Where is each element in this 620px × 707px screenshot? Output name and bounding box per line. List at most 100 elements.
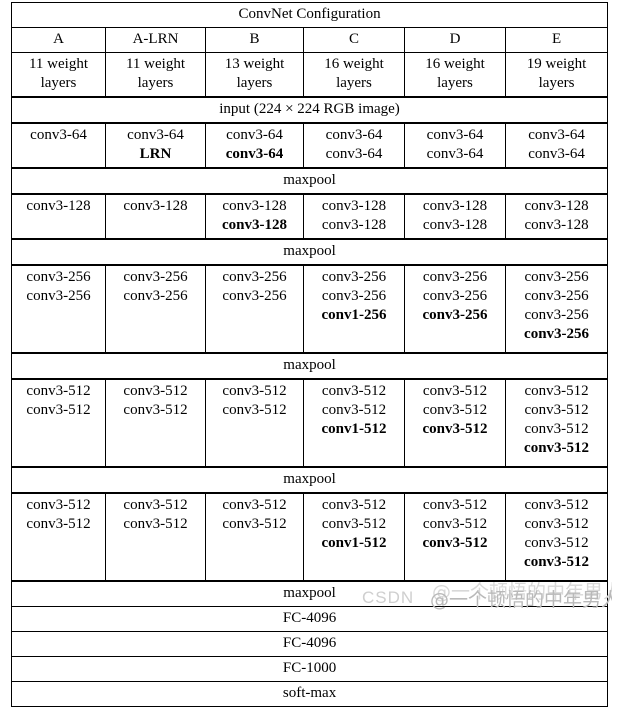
maxpool-label: maxpool <box>10 352 609 380</box>
tail-row-1: FC-4096 <box>10 606 609 632</box>
layer-cell-block-256-a-lrn: conv3-256 conv3-256 <box>105 264 206 354</box>
layer-label: conv3-512 <box>524 516 589 532</box>
layer-label: conv3-128 <box>321 198 387 214</box>
layer-block-row-block-512-b: conv3-512 conv3-512 conv3-512 conv3-512 conv… <box>11 492 609 582</box>
layer-cell-block-256-c: conv3-256 conv3-256 conv1-256 <box>303 264 405 354</box>
layer-label: conv3-64 <box>528 127 585 143</box>
input-spec: input (224 × 224 RGB image) <box>10 96 609 124</box>
layer-label: conv1-512 <box>321 535 387 551</box>
layer-label: conv3-512 <box>222 497 287 513</box>
weight-count: 11 weight <box>28 56 89 72</box>
layer-cell-block-512-a-b: conv3-512 conv3-512 <box>205 378 304 468</box>
layer-label: conv3-256 <box>524 307 589 323</box>
layer-label: conv3-64 <box>127 127 184 143</box>
layer-cell-block-512-a-d: conv3-512 conv3-512 conv3-512 <box>404 378 506 468</box>
layer-cell-block-512-b-b: conv3-512 conv3-512 <box>205 492 304 582</box>
layer-label: conv3-512 <box>422 383 488 399</box>
layer-label: conv3-256 <box>321 288 387 304</box>
layer-label: conv3-128 <box>222 198 287 214</box>
layer-label: conv3-128 <box>422 217 488 233</box>
layer-block-row-block-128: conv3-128 conv3-128 conv3-128 conv3-128 conv… <box>11 193 609 240</box>
fc-layer-label: FC-4096 <box>10 606 609 632</box>
fc-layer-label: FC-1000 <box>10 656 609 682</box>
layer-cell-block-128-c: conv3-128 conv3-128 <box>303 193 405 240</box>
layer-label: conv3-64 <box>225 146 284 162</box>
layer-label: conv3-64 <box>426 127 484 143</box>
layer-label: conv3-64 <box>325 146 383 162</box>
column-header-a: A <box>11 27 106 53</box>
layer-label: conv3-512 <box>26 383 91 399</box>
layer-cell-block-256-d: conv3-256 conv3-256 conv3-256 <box>404 264 506 354</box>
layer-cell-block-64-b: conv3-64 conv3-64 <box>205 122 304 169</box>
maxpool-label: maxpool <box>10 580 609 607</box>
layer-label: conv3-512 <box>222 402 287 418</box>
column-header-b: B <box>205 27 304 53</box>
layer-cell-block-64-e: conv3-64 conv3-64 <box>504 122 609 169</box>
layer-label: conv3-512 <box>123 497 188 513</box>
layer-cell-block-128-a-lrn: conv3-128 <box>105 193 206 240</box>
weight-count: 13 weight <box>224 56 285 72</box>
layer-cell-block-64-d: conv3-64 conv3-64 <box>404 122 506 169</box>
weight-count: 11 weight <box>125 56 186 72</box>
layer-label: conv3-256 <box>321 269 387 285</box>
layer-label: LRN <box>139 146 172 162</box>
layer-label: conv3-256 <box>422 288 488 304</box>
layer-cell-block-256-b: conv3-256 conv3-256 <box>205 264 304 354</box>
page-title: ConvNet Configuration <box>10 2 609 28</box>
tail-row-2: FC-4096 <box>10 631 609 657</box>
layer-label: conv3-256 <box>524 288 589 304</box>
maxpool-label: maxpool <box>10 238 609 266</box>
column-header-a-lrn: A-LRN <box>105 27 206 53</box>
layer-label: conv1-512 <box>321 421 387 437</box>
layer-label: conv3-256 <box>524 269 589 285</box>
layer-label: conv3-128 <box>524 217 589 233</box>
layer-label: conv3-512 <box>422 421 488 437</box>
layer-label: conv3-512 <box>321 497 387 513</box>
layer-label: conv3-64 <box>426 146 484 162</box>
layer-cell-block-128-b: conv3-128 conv3-128 <box>205 193 304 240</box>
layer-cell-block-512-a-e: conv3-512 conv3-512 conv3-512 conv3-512 <box>504 378 609 468</box>
layer-label: conv3-128 <box>26 198 91 214</box>
weight-layers-a: 11 weight layers <box>11 52 106 98</box>
layer-cell-block-64-a-lrn: conv3-64 LRN <box>105 122 206 169</box>
weight-layers-b: 13 weight layers <box>205 52 304 98</box>
layer-cell-block-128-d: conv3-128 conv3-128 <box>404 193 506 240</box>
layer-cell-block-128-a: conv3-128 <box>11 193 106 240</box>
layer-label: conv3-512 <box>321 383 387 399</box>
layer-label: conv3-512 <box>222 383 287 399</box>
layer-label: conv3-512 <box>524 440 590 456</box>
fc-layer-label: FC-4096 <box>10 631 609 657</box>
layer-label: conv3-256 <box>222 269 287 285</box>
fc-layer-label: soft-max <box>10 681 609 707</box>
layer-label: conv3-64 <box>325 127 383 143</box>
layer-label: conv3-256 <box>422 307 488 323</box>
layer-label: conv3-512 <box>123 383 188 399</box>
layer-label: conv3-512 <box>524 421 589 437</box>
maxpool-row-2: maxpool <box>10 352 609 380</box>
weight-layers-row: 11 weight layers 11 weight layers 13 wei… <box>11 52 609 98</box>
weight-count: 19 weight <box>526 56 587 72</box>
maxpool-row-3: maxpool <box>10 466 609 494</box>
layer-label: conv3-256 <box>123 269 188 285</box>
layer-cell-block-512-a-a: conv3-512 conv3-512 <box>11 378 106 468</box>
layer-block-row-block-256: conv3-256 conv3-256 conv3-256 conv3-256 conv… <box>11 264 609 354</box>
layer-block-row-block-512-a: conv3-512 conv3-512 conv3-512 conv3-512 conv… <box>11 378 609 468</box>
column-header-e: E <box>504 27 609 53</box>
layer-cell-block-512-b-d: conv3-512 conv3-512 conv3-512 <box>404 492 506 582</box>
layer-label: conv3-512 <box>321 516 387 532</box>
table-title-row: ConvNet Configuration <box>10 2 609 28</box>
input-row: input (224 × 224 RGB image) <box>10 96 609 124</box>
maxpool-row-1: maxpool <box>10 238 609 266</box>
layer-label: conv3-512 <box>222 516 287 532</box>
layer-label: conv3-512 <box>524 497 589 513</box>
layer-label: conv3-64 <box>226 127 283 143</box>
layer-label: conv3-128 <box>321 217 387 233</box>
tail-row-0: maxpool <box>10 580 609 607</box>
layer-label: conv3-512 <box>524 535 589 551</box>
column-header-c: C <box>303 27 405 53</box>
layer-label: conv3-512 <box>26 402 91 418</box>
layer-label: conv3-512 <box>123 402 188 418</box>
layer-label: conv3-256 <box>222 288 287 304</box>
maxpool-label: maxpool <box>10 466 609 494</box>
weight-unit: layers <box>40 75 77 91</box>
